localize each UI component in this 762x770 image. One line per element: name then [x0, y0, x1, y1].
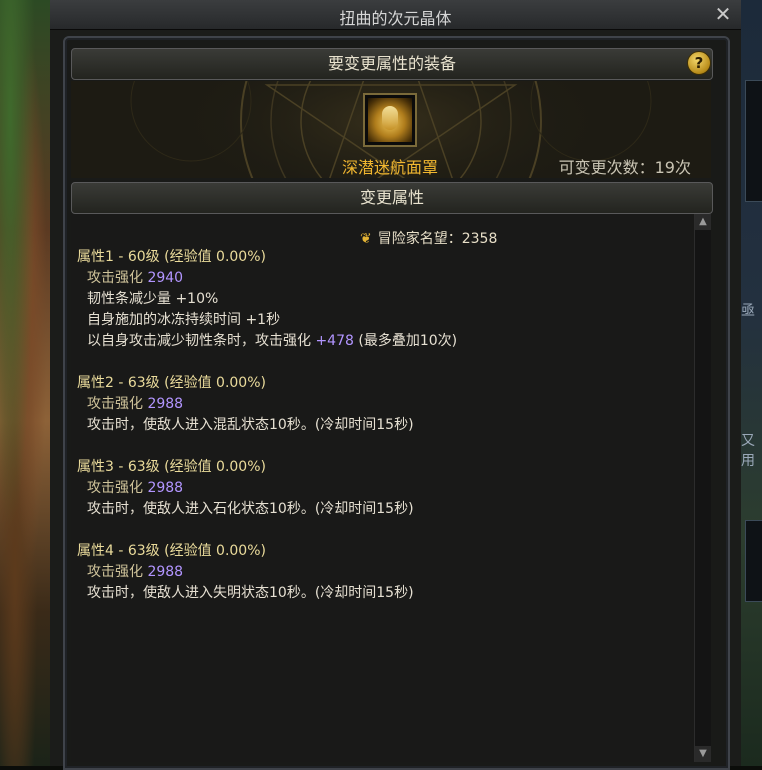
attr-effect: 韧性条减少量 +10% [87, 291, 219, 307]
effect-value: +478 [315, 333, 354, 349]
title-bar[interactable]: 扭曲的次元晶体 ✕ [50, 0, 741, 30]
attr-group-1-title: 属性1 - 60级 (经验值 0.00%) [77, 249, 266, 265]
attr-group-4-stat: 攻击强化 2988 [87, 561, 183, 581]
background-text: 又用 [741, 433, 755, 469]
scroll-up-icon[interactable]: ▲ [695, 214, 711, 230]
dimension-crystal-window: 扭曲的次元晶体 ✕ 要变更属性的装备 ? 深潜迷航面罩 可变更次数：19次 变更… [50, 0, 741, 770]
stat-label: 攻击强化 [87, 480, 143, 496]
attr-effect: 攻击时，使敌人进入混乱状态10秒。(冷却时间15秒) [87, 417, 414, 433]
background-scene-right: 亟 又用 [741, 0, 762, 766]
effect-text: 以自身攻击减少韧性条时，攻击强化 [87, 333, 316, 349]
close-button[interactable]: ✕ [713, 3, 733, 25]
attr-effect: 攻击时，使敌人进入石化状态10秒。(冷却时间15秒) [87, 501, 414, 517]
stat-value: 2940 [147, 270, 184, 286]
effect-text: (最多叠加10次) [353, 333, 458, 349]
equipment-item-slot[interactable] [363, 93, 417, 147]
stat-label: 攻击强化 [87, 564, 143, 580]
attr-group-4-title: 属性4 - 63级 (经验值 0.00%) [77, 543, 266, 559]
window-title: 扭曲的次元晶体 [339, 9, 452, 28]
item-name: 深潜迷航面罩 [341, 158, 438, 177]
equip-section-header: 要变更属性的装备 [71, 48, 713, 80]
background-panel [745, 520, 762, 602]
background-text: 亟 [741, 303, 755, 319]
fame-label: 冒险家名望：2358 [377, 231, 498, 247]
adventurer-fame: ❦ 冒险家名望：2358 [360, 228, 497, 248]
stat-value: 2988 [147, 564, 184, 580]
attr-effect: 攻击时，使敌人进入失明状态10秒。(冷却时间15秒) [87, 585, 414, 601]
help-button[interactable]: ? [687, 51, 711, 75]
attr-group-3-stat: 攻击强化 2988 [87, 477, 183, 497]
attr-group-1-stat: 攻击强化 2940 [87, 267, 183, 287]
scrollbar[interactable]: ▲ ▼ [694, 214, 711, 762]
stat-value: 2988 [147, 396, 184, 412]
stat-value: 2988 [147, 480, 184, 496]
mask-item-icon [368, 98, 412, 142]
scroll-down-icon[interactable]: ▼ [695, 746, 711, 762]
background-panel [745, 80, 762, 202]
stat-label: 攻击强化 [87, 270, 143, 286]
laurel-icon: ❦ [360, 231, 372, 247]
attr-section-header: 变更属性 [71, 182, 713, 214]
attr-effect: 自身施加的冰冻持续时间 +1秒 [87, 312, 281, 328]
background-scene-left [0, 0, 50, 766]
stat-label: 攻击强化 [87, 396, 143, 412]
change-count-label: 可变更次数：19次 [558, 158, 691, 177]
attr-effect: 以自身攻击减少韧性条时，攻击强化 +478 (最多叠加10次) [87, 330, 457, 350]
attr-group-2-title: 属性2 - 63级 (经验值 0.00%) [77, 375, 266, 391]
attr-group-2-stat: 攻击强化 2988 [87, 393, 183, 413]
attr-group-3-title: 属性3 - 63级 (经验值 0.00%) [77, 459, 266, 475]
